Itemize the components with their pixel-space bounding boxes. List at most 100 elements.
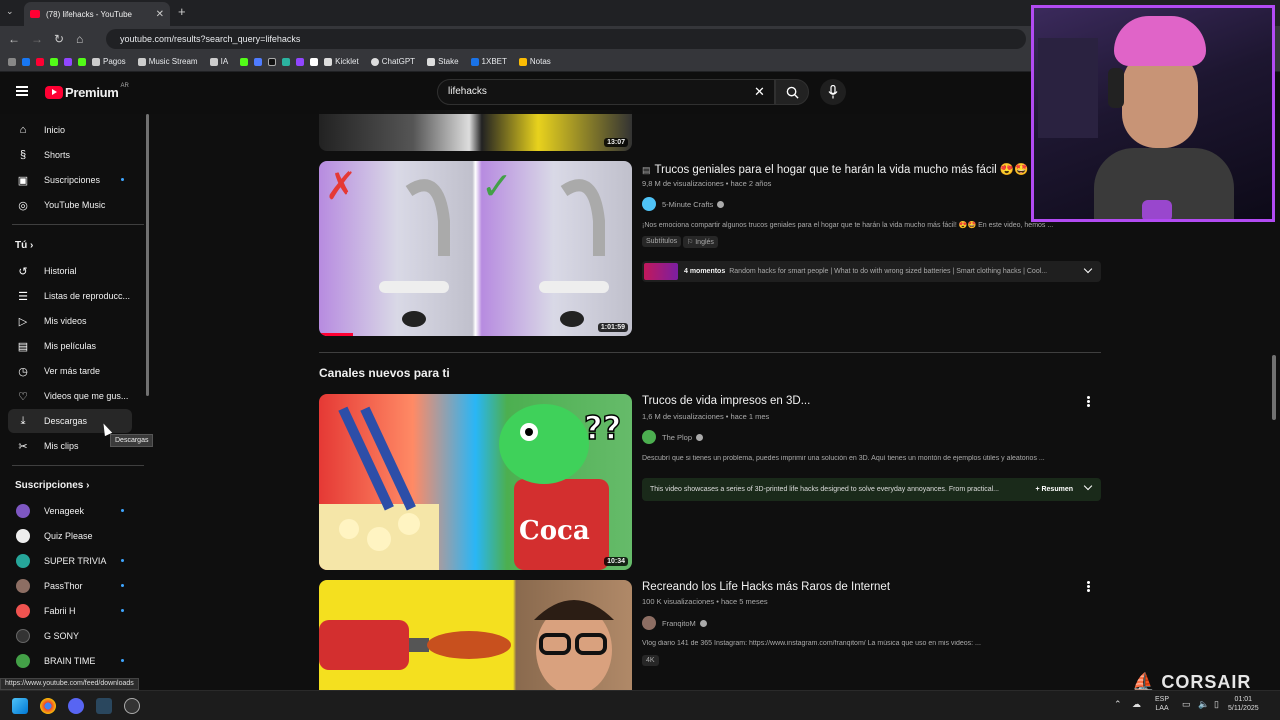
- url-field[interactable]: youtube.com/results?search_query=lifehac…: [106, 29, 1026, 49]
- verified-icon: [717, 200, 725, 208]
- youtube-icon[interactable]: [36, 57, 44, 66]
- subscription-venageek[interactable]: Venageek: [8, 499, 132, 523]
- video-thumbnail[interactable]: ✗ ✓ 1:01:59: [319, 161, 632, 336]
- chrome-icon[interactable]: [40, 698, 56, 714]
- section-label: Tú: [15, 240, 28, 251]
- new-content-dot: [121, 509, 124, 512]
- obs-icon[interactable]: [124, 698, 140, 714]
- close-tab-icon[interactable]: ✕: [156, 9, 164, 20]
- meta-icon[interactable]: [254, 57, 263, 66]
- you-section-title[interactable]: Tú ›: [15, 240, 33, 251]
- summary-button[interactable]: + Resumen: [1035, 478, 1073, 501]
- bookmark-ia[interactable]: IA: [209, 57, 228, 66]
- tiktok-icon[interactable]: [268, 57, 277, 66]
- kick-icon[interactable]: [50, 57, 58, 66]
- more-options-icon[interactable]: [1087, 581, 1090, 593]
- video-thumbnail[interactable]: 13:07: [319, 110, 632, 151]
- channel-link[interactable]: FranqitoM: [642, 616, 707, 630]
- channel-link[interactable]: The Plop: [642, 430, 704, 444]
- chevron-down-icon[interactable]: [1083, 264, 1093, 274]
- sidebar-item-descargas[interactable]: ⤓ Descargas: [8, 409, 132, 433]
- chevron-down-icon[interactable]: [1083, 481, 1093, 491]
- video-meta: 9,8 M de visualizaciones • hace 2 años: [642, 179, 772, 188]
- video-title[interactable]: ▤ Trucos geniales para el hogar que te ha…: [642, 162, 1029, 176]
- channel-link[interactable]: 5-Minute Crafts: [642, 197, 725, 211]
- search-button[interactable]: [775, 79, 809, 105]
- back-icon[interactable]: ←: [8, 32, 20, 46]
- channel-name: The Plop: [662, 432, 693, 442]
- new-content-dot: [121, 584, 124, 587]
- notes-icon: [518, 57, 527, 66]
- video-title[interactable]: Trucos de vida impresos en 3D...: [642, 395, 810, 407]
- ai-summary-row[interactable]: This video showcases a series of 3D-prin…: [642, 478, 1101, 501]
- sidebar-item-inicio[interactable]: ⌂ Inicio: [8, 118, 132, 142]
- twitch-icon[interactable]: [64, 57, 72, 66]
- sidebar-item-ver-mas-tarde[interactable]: ◷ Ver más tarde: [8, 359, 132, 383]
- subscription-g-sony[interactable]: G SONY: [8, 624, 132, 648]
- windows-start-icon[interactable]: [12, 698, 28, 714]
- sidebar-item-playlists[interactable]: ☰ Listas de reproducc...: [8, 284, 132, 308]
- bookmark-stake[interactable]: Stake: [427, 57, 459, 66]
- sidebar-scrollbar[interactable]: [146, 114, 149, 396]
- network-tray-icon[interactable]: ☁: [1132, 700, 1141, 709]
- home-button-icon[interactable]: ⌂: [76, 32, 83, 46]
- thumbnail-illustration: ✗ ✓: [325, 164, 609, 327]
- sidebar-item-liked[interactable]: ♡ Videos que me gus...: [8, 384, 132, 408]
- new-content-dot: [121, 609, 124, 612]
- bookmark-notas[interactable]: Notas: [518, 57, 551, 66]
- bookmark-1xbet[interactable]: 1XBET: [470, 57, 507, 66]
- volume-icon[interactable]: 🔈: [1198, 700, 1209, 709]
- kick-icon-3[interactable]: [240, 57, 249, 66]
- bookmark-kicklet[interactable]: Kicklet: [324, 57, 359, 66]
- facebook-icon[interactable]: [22, 57, 30, 66]
- video-thumbnail[interactable]: [319, 580, 632, 690]
- bookmark-pagos[interactable]: Pagos: [92, 57, 126, 66]
- subscriptions-section-title[interactable]: Suscripciones ›: [15, 480, 89, 491]
- subscription-passthor[interactable]: PassThor: [8, 574, 132, 598]
- subscription-brain-time[interactable]: BRAIN TIME: [8, 649, 132, 673]
- sidebar-item-historial[interactable]: ↺ Historial: [8, 259, 132, 283]
- page-scrollbar[interactable]: [1272, 355, 1276, 420]
- sidebar-item-mis-peliculas[interactable]: ▤ Mis películas: [8, 334, 132, 358]
- clock[interactable]: 01:01 5/11/2025: [1228, 695, 1259, 713]
- search-input[interactable]: lifehacks: [437, 79, 775, 105]
- steam-icon[interactable]: [96, 698, 112, 714]
- app-icon[interactable]: [282, 57, 291, 66]
- bookmark-music-stream[interactable]: Music Stream: [137, 57, 198, 66]
- apps-icon[interactable]: [8, 57, 16, 66]
- subscription-super-trivia[interactable]: SUPER TRIVIA: [8, 549, 132, 573]
- kick-icon-2[interactable]: [78, 57, 86, 66]
- bookmark-chatgpt[interactable]: ChatGPT: [370, 57, 415, 66]
- watch-later-icon: ◷: [18, 365, 28, 378]
- subscription-fabrii-h[interactable]: Fabrii H: [8, 599, 132, 623]
- forward-icon[interactable]: →: [31, 32, 43, 46]
- badge-icon: ▤: [642, 165, 651, 175]
- language-indicator[interactable]: ESP LAA: [1155, 695, 1169, 713]
- twitch-icon-2[interactable]: [296, 57, 305, 66]
- summary-text: This video showcases a series of 3D-prin…: [650, 486, 1000, 493]
- video-thumbnail[interactable]: Coca ?? 10:34: [319, 394, 632, 570]
- video-title[interactable]: Recreando los Life Hacks más Raros de In…: [642, 581, 890, 593]
- chevron-up-icon[interactable]: ⌃: [1114, 700, 1122, 709]
- clear-search-icon[interactable]: ✕: [754, 84, 765, 100]
- battery-icon[interactable]: ▯: [1214, 700, 1219, 709]
- video-duration: 1:01:59: [597, 323, 628, 332]
- youtube-premium-logo[interactable]: Premium AR: [45, 83, 129, 100]
- view-count: 9,8 M de visualizaciones: [642, 179, 724, 188]
- monitor-icon[interactable]: ▭: [1182, 700, 1191, 709]
- voice-search-button[interactable]: [820, 79, 846, 105]
- sidebar-item-suscripciones[interactable]: ▣ Suscripciones: [8, 168, 132, 192]
- chapters-row[interactable]: 4 momentos Random hacks for smart people…: [642, 261, 1101, 282]
- more-options-icon[interactable]: [1087, 396, 1090, 408]
- browser-tab[interactable]: (78) lifehacks - YouTube ✕: [24, 2, 170, 26]
- reload-icon[interactable]: ↻: [54, 32, 64, 46]
- sidebar-item-youtube-music[interactable]: ◎ YouTube Music: [8, 193, 132, 217]
- menu-icon[interactable]: [16, 86, 28, 96]
- sidebar-item-shorts[interactable]: § Shorts: [8, 143, 132, 167]
- discord-icon[interactable]: [68, 698, 84, 714]
- tab-search-icon[interactable]: ⌄: [6, 6, 14, 17]
- subscription-quiz-please[interactable]: Quiz Please: [8, 524, 132, 548]
- new-tab-icon[interactable]: +: [178, 4, 186, 19]
- sidebar-item-mis-videos[interactable]: ▷ Mis videos: [8, 309, 132, 333]
- notion-icon[interactable]: [310, 57, 319, 66]
